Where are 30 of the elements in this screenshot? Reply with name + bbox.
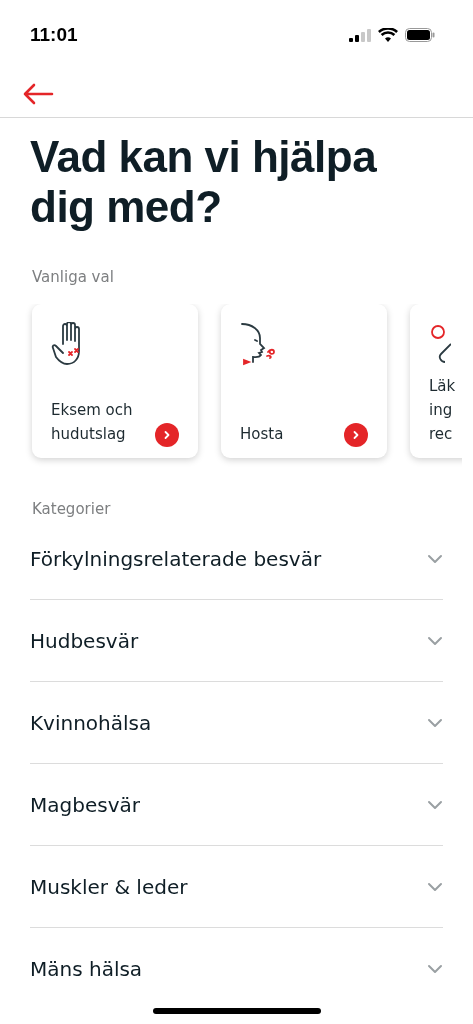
category-label[interactable]: Magbesvär — [30, 792, 140, 817]
category-label[interactable]: Kvinnohälsa — [30, 710, 152, 735]
page-title: Vad kan vi hjälpa dig med? — [30, 132, 378, 232]
card-title: Eksem och hudutslag — [51, 400, 133, 445]
topic-card[interactable]: Eksem och hudutslag — [32, 304, 198, 458]
signal-icon — [349, 28, 371, 42]
chevron-icon[interactable] — [427, 881, 443, 892]
category-label[interactable]: Muskler & leder — [30, 874, 188, 899]
category-label[interactable]: Hudbesvär — [30, 628, 139, 653]
chevron-icon[interactable] — [427, 553, 443, 564]
battery-icon — [405, 28, 435, 42]
chevron-button[interactable] — [344, 423, 368, 447]
back-button[interactable] — [22, 82, 54, 105]
status-time: 11:01 — [30, 24, 78, 46]
chevron-icon[interactable] — [427, 717, 443, 728]
category-label[interactable]: Mäns hälsa — [30, 956, 143, 981]
chevron-icon[interactable] — [427, 799, 443, 810]
category-label[interactable]: Förkylningsrelaterade besvär — [30, 546, 322, 571]
chevron-icon — [163, 430, 171, 440]
chevron-button[interactable] — [155, 423, 179, 447]
chevron-icon[interactable] — [427, 635, 443, 646]
chevron-icon — [352, 430, 360, 440]
wifi-icon — [378, 28, 398, 42]
card-title: Läk ing rec — [429, 376, 456, 445]
card-title: Hosta — [240, 424, 284, 445]
section-heading: Kategorier — [32, 500, 112, 518]
topic-card[interactable]: Hosta — [221, 304, 387, 458]
topic-card[interactable]: Läk ing rec — [410, 304, 462, 458]
chevron-icon[interactable] — [427, 963, 443, 974]
section-heading: Vanliga val — [32, 268, 115, 286]
